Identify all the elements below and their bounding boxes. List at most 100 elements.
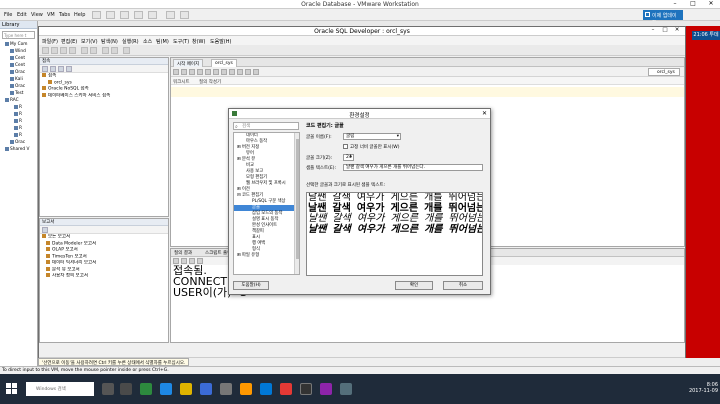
new-icon[interactable] (42, 47, 49, 54)
snapshot-button[interactable] (120, 11, 129, 19)
tab-query-builder[interactable]: 질의 작성기 (199, 79, 221, 85)
save-all-icon[interactable] (69, 47, 76, 54)
close-icon[interactable]: ✕ (482, 110, 487, 117)
refresh-icon[interactable] (42, 227, 48, 233)
terminal-icon[interactable] (300, 383, 312, 395)
send-keys-button[interactable] (106, 11, 115, 19)
run-statement-icon[interactable] (173, 69, 179, 75)
library-item[interactable]: Cent (0, 62, 37, 69)
unity-button[interactable] (180, 11, 189, 19)
library-item[interactable]: Shared V (0, 146, 37, 153)
library-item[interactable]: Wind (0, 48, 37, 55)
forward-icon[interactable] (111, 47, 118, 54)
library-item[interactable]: Test (0, 90, 37, 97)
sample-text-input[interactable]: 날쌘 갈색 여우가 게으른 개를 뛰어넘는다. (343, 164, 483, 171)
schema-browser-icon[interactable] (66, 66, 72, 72)
fixed-width-checkbox[interactable]: 고정 너비 글꼴만 표시(W) (343, 144, 400, 150)
tree-item-report[interactable]: 사용자 정의 보고서 (40, 273, 168, 280)
run-script-icon[interactable] (181, 69, 187, 75)
menu-vm[interactable]: VM (47, 12, 55, 18)
save-icon[interactable] (60, 47, 67, 54)
menu-edit[interactable]: Edit (17, 12, 27, 18)
menu-file[interactable]: 파일(F) (42, 38, 58, 45)
pause-button[interactable] (92, 11, 101, 19)
library-item[interactable]: R (0, 111, 37, 118)
library-item[interactable]: Orac (0, 83, 37, 90)
guest-desktop[interactable]: 21:06 투데 Oracle SQL Developer : orcl_sys… (38, 21, 720, 366)
explain-plan-icon[interactable] (205, 69, 211, 75)
revert-button[interactable] (134, 11, 143, 19)
menu-tools[interactable]: 도구(T) (173, 38, 189, 45)
library-item[interactable]: My Com (0, 41, 37, 48)
redo-icon[interactable] (90, 47, 97, 54)
windows-start-icon[interactable] (6, 383, 18, 395)
app-icon[interactable] (260, 383, 272, 395)
app-icon[interactable] (280, 383, 292, 395)
menu-source[interactable]: 소스 (143, 38, 152, 45)
connection-select[interactable]: orcl_sys (648, 68, 680, 76)
library-item[interactable]: Orac (0, 69, 37, 76)
tab-orcl-sys[interactable]: orcl_sys (211, 59, 237, 67)
app-icon[interactable] (200, 383, 212, 395)
app-icon[interactable] (220, 383, 232, 395)
fullscreen-button[interactable] (166, 11, 175, 19)
format-icon[interactable] (245, 69, 251, 75)
edge-icon[interactable] (160, 383, 172, 395)
system-tray[interactable]: 8:06 2017-11-09 (664, 382, 718, 398)
help-button[interactable]: 도움말(H) (233, 281, 269, 290)
close-icon[interactable]: ✕ (702, 0, 720, 9)
eraser-icon[interactable] (181, 258, 187, 264)
library-item[interactable]: R (0, 118, 37, 125)
vmware-icon[interactable] (340, 383, 352, 395)
menu-help[interactable]: 도움말(H) (210, 38, 231, 45)
minimize-icon[interactable]: – (647, 27, 659, 36)
history-icon[interactable] (229, 69, 235, 75)
menu-view[interactable]: View (31, 12, 43, 18)
case-icon[interactable] (253, 69, 259, 75)
tree-scrollbar[interactable] (294, 133, 299, 274)
refresh-icon[interactable] (50, 66, 56, 72)
library-search-input[interactable]: Type here t (2, 31, 35, 39)
library-item[interactable]: Orac (0, 139, 37, 146)
library-item[interactable]: RAC (0, 97, 37, 104)
pin-icon[interactable] (173, 258, 179, 264)
pref-tree-item[interactable]: ⊞ 파일 유형 (234, 253, 299, 259)
add-connection-icon[interactable] (42, 66, 48, 72)
font-size-select[interactable]: 24 ▾ (343, 154, 354, 161)
back-icon[interactable] (102, 47, 109, 54)
checkbox-box[interactable] (343, 144, 348, 149)
maximize-icon[interactable]: □ (684, 0, 702, 9)
font-name-select[interactable]: 굴림 ▾ (343, 133, 401, 140)
library-item[interactable]: R (0, 132, 37, 139)
cancel-button[interactable]: 취소 (443, 281, 483, 290)
menu-view[interactable]: 보기(V) (81, 38, 98, 45)
manage-snapshots-button[interactable] (148, 11, 157, 19)
close-icon[interactable]: ✕ (671, 27, 683, 36)
tree-item-schema-service[interactable]: 데이터베이스 스키마 서비스 접속 (40, 92, 168, 100)
library-item[interactable]: Cent (0, 55, 37, 62)
app-icon[interactable] (320, 383, 332, 395)
scrollbar-thumb[interactable] (296, 139, 299, 259)
rollback-icon[interactable] (197, 69, 203, 75)
sql-icon[interactable] (123, 47, 130, 54)
menu-tabs[interactable]: Tabs (59, 12, 70, 18)
tab-start-page[interactable]: 시작 페이지 (173, 59, 204, 67)
library-item[interactable]: Kali (0, 76, 37, 83)
app-icon[interactable] (240, 383, 252, 395)
library-item[interactable]: R (0, 104, 37, 111)
menu-window[interactable]: 창(W) (192, 38, 205, 45)
menu-help[interactable]: Help (74, 12, 85, 18)
pencil-icon[interactable] (237, 69, 243, 75)
open-icon[interactable] (51, 47, 58, 54)
task-view-icon[interactable] (102, 383, 114, 395)
ok-button[interactable]: 확인 (395, 281, 433, 290)
print-icon[interactable] (197, 258, 203, 264)
app-icon[interactable] (140, 383, 152, 395)
tab-worksheet[interactable]: 워크시트 (173, 79, 190, 85)
taskbar-search-input[interactable]: Windows 검색 (26, 382, 94, 396)
menu-navigate[interactable]: 탐색(N) (101, 38, 118, 45)
minimize-icon[interactable]: – (666, 0, 684, 9)
menu-team[interactable]: 팀(M) (156, 38, 169, 45)
menu-edit[interactable]: 편집(E) (61, 38, 77, 45)
clear-icon[interactable] (221, 69, 227, 75)
